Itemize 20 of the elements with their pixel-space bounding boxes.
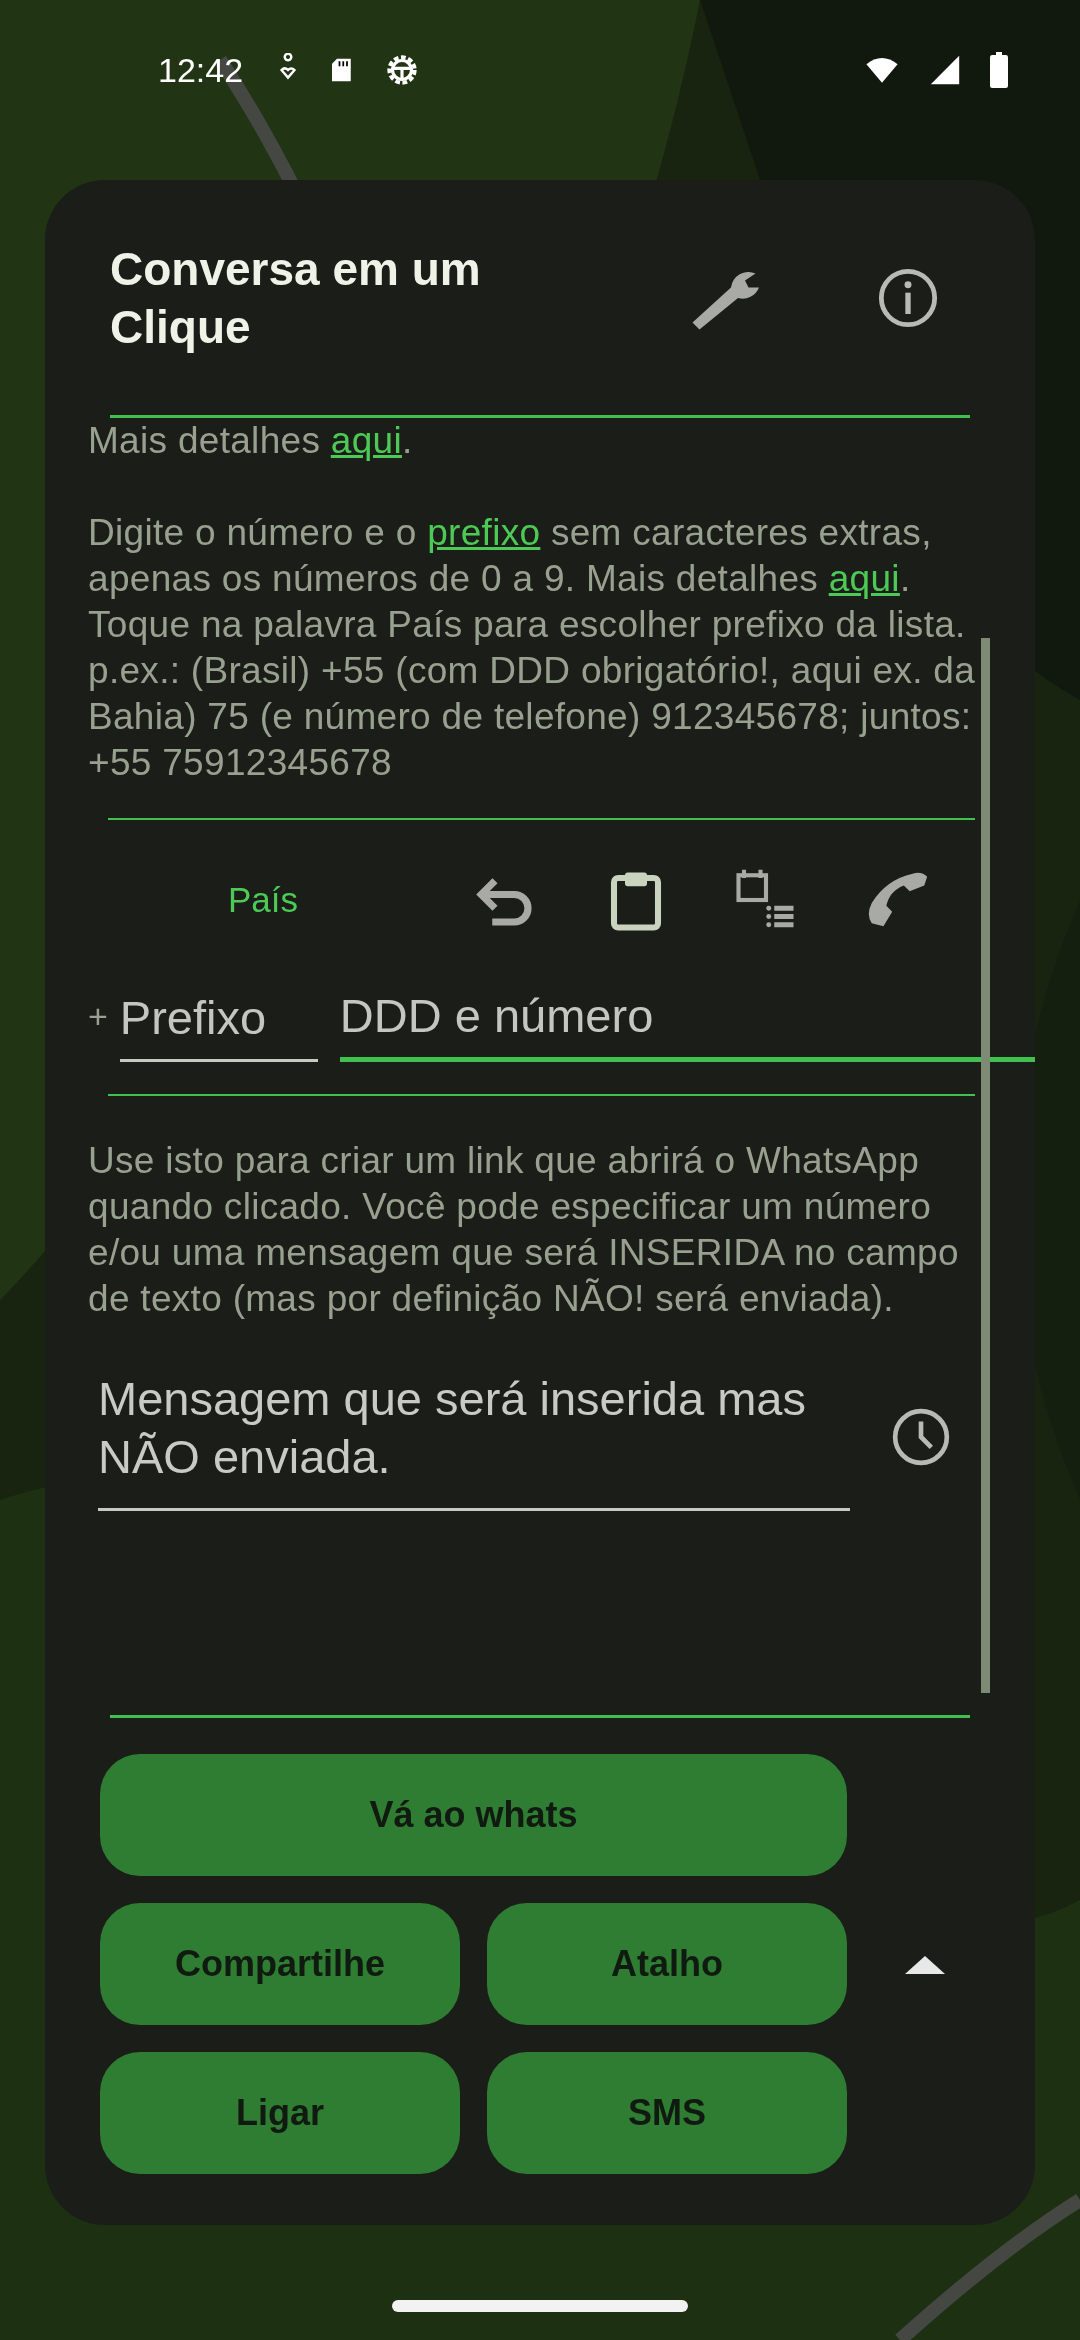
action-button[interactable]: Ligar: [100, 2052, 460, 2174]
action-button[interactable]: Atalho: [487, 1903, 847, 2025]
battery-icon: [988, 52, 1010, 88]
action-button[interactable]: SMS: [487, 2052, 847, 2174]
help-link[interactable]: prefixo: [427, 512, 541, 553]
message-field[interactable]: Mensagem que será inserida mas NÃO enviada.: [98, 1362, 850, 1511]
signal-icon: [928, 53, 962, 87]
description-text: Use isto para criar um link que abrirá o WhatsApp quando clicado. Você pode especificar um número e/ou uma mensagem que será INSERIDA no campo de texto (mas por definição NÃO! será enviada).: [88, 1139, 960, 1321]
caret-up-icon[interactable]: [905, 1954, 945, 1974]
dialog-title: Conversa em um Clique: [110, 241, 482, 355]
status-time: 12:42: [158, 50, 244, 90]
details-text: Mais detalhes aqui.: [88, 419, 414, 463]
details-link[interactable]: aqui: [330, 420, 402, 461]
action-button[interactable]: Vá ao whats: [100, 1754, 847, 1876]
instructions-text: Digite o número e o prefixo sem caracteres extras, apenas os números de 0 a 9. Mais detalhes aqui. Toque na palavra País para escolher prefixo da lista. p.ex.: (Brasil) +55 (com DDD obrigatório!, aqui ex. da Bahia) 75 (e número de telefone) 912345678; juntos: +55 75912345678: [88, 511, 977, 785]
country-button[interactable]: País: [218, 870, 309, 930]
help-link[interactable]: aqui: [828, 558, 900, 599]
plus-sign: +: [88, 997, 108, 1037]
prefix-field[interactable]: Prefixo: [119, 982, 318, 1062]
action-button[interactable]: Compartilhe: [100, 1903, 460, 2025]
